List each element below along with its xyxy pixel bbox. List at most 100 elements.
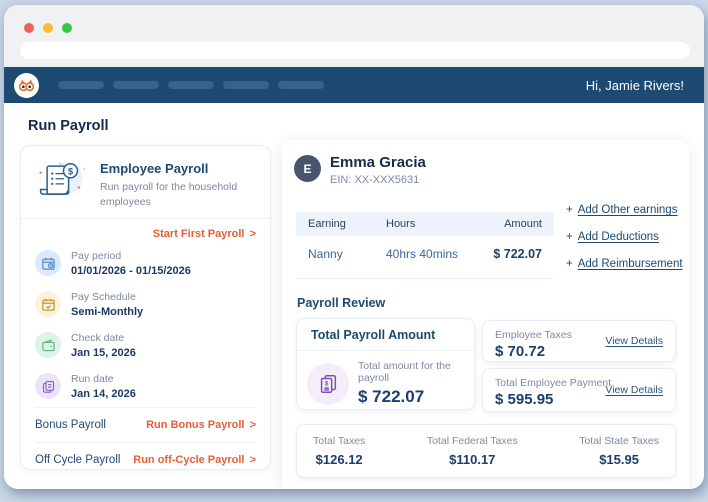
off-cycle-payroll-label: Off Cycle Payroll: [35, 454, 121, 467]
run-date-text: Run date Jan 14, 2026: [71, 373, 136, 400]
user-greeting: Hi, Jamie Rivers!: [585, 77, 684, 93]
employee-taxes-card: Employee Taxes $ 70.72 View Details: [482, 320, 676, 362]
nav-item-placeholder[interactable]: [278, 81, 324, 89]
start-first-payroll-label: Start First Payroll: [152, 228, 245, 241]
total-taxes-value: $126.12: [315, 452, 363, 467]
employee-payroll-card: $ Employee Payroll Run payroll for the h…: [20, 145, 271, 470]
total-amount-value: $ 722.07: [358, 387, 425, 406]
card-description: Run payroll for the household employees: [100, 181, 238, 208]
top-navbar: Hi, Jamie Rivers!: [4, 67, 704, 103]
employee-detail-card: E Emma Gracia EIN: XX-XXX5631 Earning Ho…: [282, 140, 689, 489]
svg-text:$: $: [68, 167, 74, 177]
hours-column-header: Hours: [386, 218, 416, 230]
item-value: Jan 14, 2026: [71, 388, 136, 401]
bonus-payroll-row: Bonus Payroll Run Bonus Payroll >: [21, 408, 270, 442]
page-title: Run Payroll: [28, 118, 109, 134]
add-reimbursement-link[interactable]: + Add Reimbursement: [566, 258, 683, 270]
run-bonus-payroll-link[interactable]: Run Bonus Payroll >: [146, 419, 256, 431]
documents-icon: [35, 373, 61, 400]
wallet-icon: [35, 332, 61, 359]
avatar: E: [294, 155, 321, 182]
divider: [296, 278, 554, 279]
nav-menu: [58, 81, 324, 89]
nav-item-placeholder[interactable]: [58, 81, 104, 89]
amount-cell: $ 722.07: [493, 247, 542, 261]
employee-name: Emma Gracia: [330, 154, 426, 171]
view-details-link[interactable]: View Details: [605, 384, 663, 396]
bonus-payroll-label: Bonus Payroll: [35, 419, 106, 432]
plus-icon: +: [566, 231, 573, 243]
pay-schedule-text: Pay Schedule Semi-Monthly: [71, 291, 143, 318]
add-reimbursement-label: Add Reimbursement: [577, 258, 683, 270]
calendar-period-icon: [35, 250, 61, 277]
taxes-summary-card: Total Taxes $126.12 Total Federal Taxes …: [296, 424, 676, 478]
check-date-text: Check date Jan 15, 2026: [71, 332, 136, 359]
item-label: Check date: [71, 332, 125, 345]
view-details-link[interactable]: View Details: [605, 335, 663, 347]
run-date-item: Run date Jan 14, 2026: [21, 366, 270, 407]
total-state-taxes-value: $15.95: [599, 452, 639, 467]
owl-logo-icon: [18, 79, 35, 91]
item-value: Semi-Monthly: [71, 306, 144, 319]
payroll-review-heading: Payroll Review: [297, 296, 386, 310]
off-cycle-payroll-row: Off Cycle Payroll Run off-Cycle Payroll …: [21, 443, 270, 469]
earnings-table-header: Earning Hours Amount: [296, 212, 554, 236]
add-links-group: + Add Other earnings + Add Deductions + …: [566, 204, 683, 270]
employee-payroll-header: $ Employee Payroll Run payroll for the h…: [21, 146, 270, 218]
chevron-right-icon: >: [249, 419, 256, 432]
browser-window: Hi, Jamie Rivers! Run Payroll $ Employee…: [4, 5, 704, 489]
total-payroll-amount-title: Total Payroll Amount: [297, 319, 474, 351]
total-employee-payment-card: Total Employee Payment $ 595.95 View Det…: [482, 368, 676, 412]
nav-item-placeholder[interactable]: [223, 81, 269, 89]
amount-column-header: Amount: [504, 218, 542, 230]
nav-item-placeholder[interactable]: [168, 81, 214, 89]
total-taxes-col: Total Taxes $126.12: [313, 435, 365, 467]
close-window-icon[interactable]: [24, 23, 34, 33]
nav-item-placeholder[interactable]: [113, 81, 159, 89]
total-state-taxes-label: Total State Taxes: [579, 435, 659, 447]
total-payroll-amount-card: Total Payroll Amount $ Total amount for …: [296, 318, 475, 410]
total-taxes-label: Total Taxes: [313, 435, 366, 447]
svg-text:$: $: [325, 380, 329, 387]
pay-period-item: Pay period 01/01/2026 - 01/15/2026: [21, 243, 270, 284]
page-content: Run Payroll $ Employee Payroll Run payro…: [4, 103, 704, 489]
plus-icon: +: [566, 204, 573, 216]
payroll-illustration-icon: $: [39, 161, 86, 195]
address-bar[interactable]: [20, 42, 690, 59]
pay-period-text: Pay period 01/01/2026 - 01/15/2026: [71, 250, 191, 277]
card-title: Employee Payroll: [100, 161, 209, 176]
item-label: Pay Schedule: [71, 291, 136, 304]
employee-ein: EIN: XX-XXX5631: [330, 174, 420, 186]
total-federal-taxes-col: Total Federal Taxes $110.17: [427, 435, 518, 467]
item-label: Run date: [71, 373, 114, 386]
add-deductions-link[interactable]: + Add Deductions: [566, 231, 683, 243]
add-other-earnings-link[interactable]: + Add Other earnings: [566, 204, 683, 216]
total-payroll-amount-body: $ Total amount for the payroll $ 722.07: [297, 351, 474, 409]
maximize-window-icon[interactable]: [62, 23, 72, 33]
add-deductions-label: Add Deductions: [577, 231, 659, 243]
total-amount-label: Total amount for the payroll: [358, 360, 451, 384]
earnings-table: Earning Hours Amount Nanny 40hrs 40mins …: [296, 212, 554, 279]
run-bonus-payroll-label: Run Bonus Payroll: [146, 419, 245, 432]
chevron-right-icon: >: [249, 454, 256, 467]
hours-cell: 40hrs 40mins: [386, 247, 459, 261]
table-row: Nanny 40hrs 40mins $ 722.07: [296, 236, 554, 272]
run-off-cycle-payroll-link[interactable]: Run off-Cycle Payroll >: [133, 454, 256, 466]
run-off-cycle-payroll-label: Run off-Cycle Payroll: [133, 454, 245, 467]
item-value: Jan 15, 2026: [71, 347, 136, 360]
minimize-window-icon[interactable]: [43, 23, 53, 33]
start-first-payroll-link[interactable]: Start First Payroll >: [21, 219, 270, 243]
add-other-earnings-label: Add Other earnings: [577, 204, 678, 216]
pay-schedule-item: Pay Schedule Semi-Monthly: [21, 284, 270, 325]
app-logo[interactable]: [14, 72, 39, 98]
total-federal-taxes-value: $110.17: [449, 452, 496, 467]
item-value: 01/01/2026 - 01/15/2026: [71, 265, 191, 278]
earning-cell: Nanny: [308, 247, 343, 261]
calendar-check-icon: [35, 291, 61, 318]
total-state-taxes-col: Total State Taxes $15.95: [579, 435, 659, 467]
check-date-item: Check date Jan 15, 2026: [21, 325, 270, 366]
window-controls: [24, 23, 72, 33]
plus-icon: +: [566, 258, 573, 270]
item-label: Pay period: [71, 250, 122, 263]
employee-payroll-text: Employee Payroll Run payroll for the hou…: [100, 158, 240, 209]
